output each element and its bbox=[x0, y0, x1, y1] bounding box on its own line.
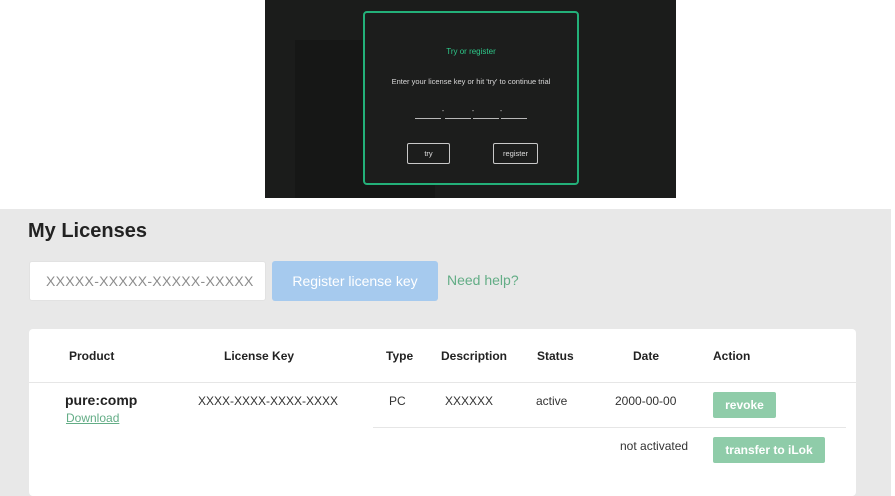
revoke-button[interactable]: revoke bbox=[713, 392, 776, 418]
key-segment-1[interactable] bbox=[415, 107, 441, 119]
transfer-to-ilok-button[interactable]: transfer to iLok bbox=[713, 437, 825, 463]
description-value: XXXXXX bbox=[445, 394, 494, 408]
screenshot-root: Try or register Enter your license key o… bbox=[0, 0, 895, 496]
need-help-link[interactable]: Need help? bbox=[447, 272, 519, 288]
dialog-prompt: Enter your license key or hit 'try' to c… bbox=[391, 77, 551, 86]
license-key-fields: - - - bbox=[415, 107, 527, 119]
column-header-product: Product bbox=[69, 349, 115, 363]
license-dialog: Try or register Enter your license key o… bbox=[363, 11, 579, 185]
header-divider bbox=[29, 382, 856, 383]
try-button[interactable]: try bbox=[407, 143, 450, 164]
key-segment-4[interactable] bbox=[501, 107, 527, 119]
key-segment-3[interactable] bbox=[473, 107, 499, 119]
column-header-license-key: License Key bbox=[224, 349, 295, 363]
page-title: My Licenses bbox=[28, 220, 147, 242]
dialog-title: Try or register bbox=[446, 47, 496, 56]
row-divider bbox=[373, 427, 846, 428]
activation-status: not activated bbox=[620, 439, 689, 453]
column-header-action: Action bbox=[713, 349, 751, 363]
license-key-value: XXXX-XXXX-XXXX-XXXX bbox=[198, 394, 339, 408]
column-header-type: Type bbox=[386, 349, 414, 363]
column-header-status: Status bbox=[537, 349, 574, 363]
product-name: pure:comp bbox=[65, 392, 138, 408]
date-value: 2000-00-00 bbox=[615, 394, 677, 408]
column-header-description: Description bbox=[441, 349, 508, 363]
status-value: active bbox=[536, 394, 568, 408]
plugin-window: Try or register Enter your license key o… bbox=[265, 0, 676, 198]
license-key-input[interactable] bbox=[29, 261, 266, 301]
licenses-table: Product License Key Type Description Sta… bbox=[29, 329, 856, 496]
download-link[interactable]: Download bbox=[66, 411, 119, 425]
register-license-key-button[interactable]: Register license key bbox=[272, 261, 438, 301]
column-header-date: Date bbox=[633, 349, 660, 363]
key-segment-2[interactable] bbox=[445, 107, 471, 119]
register-button[interactable]: register bbox=[493, 143, 538, 164]
licenses-panel: My Licenses Register license key Need he… bbox=[0, 209, 891, 496]
type-value: PC bbox=[389, 394, 406, 408]
